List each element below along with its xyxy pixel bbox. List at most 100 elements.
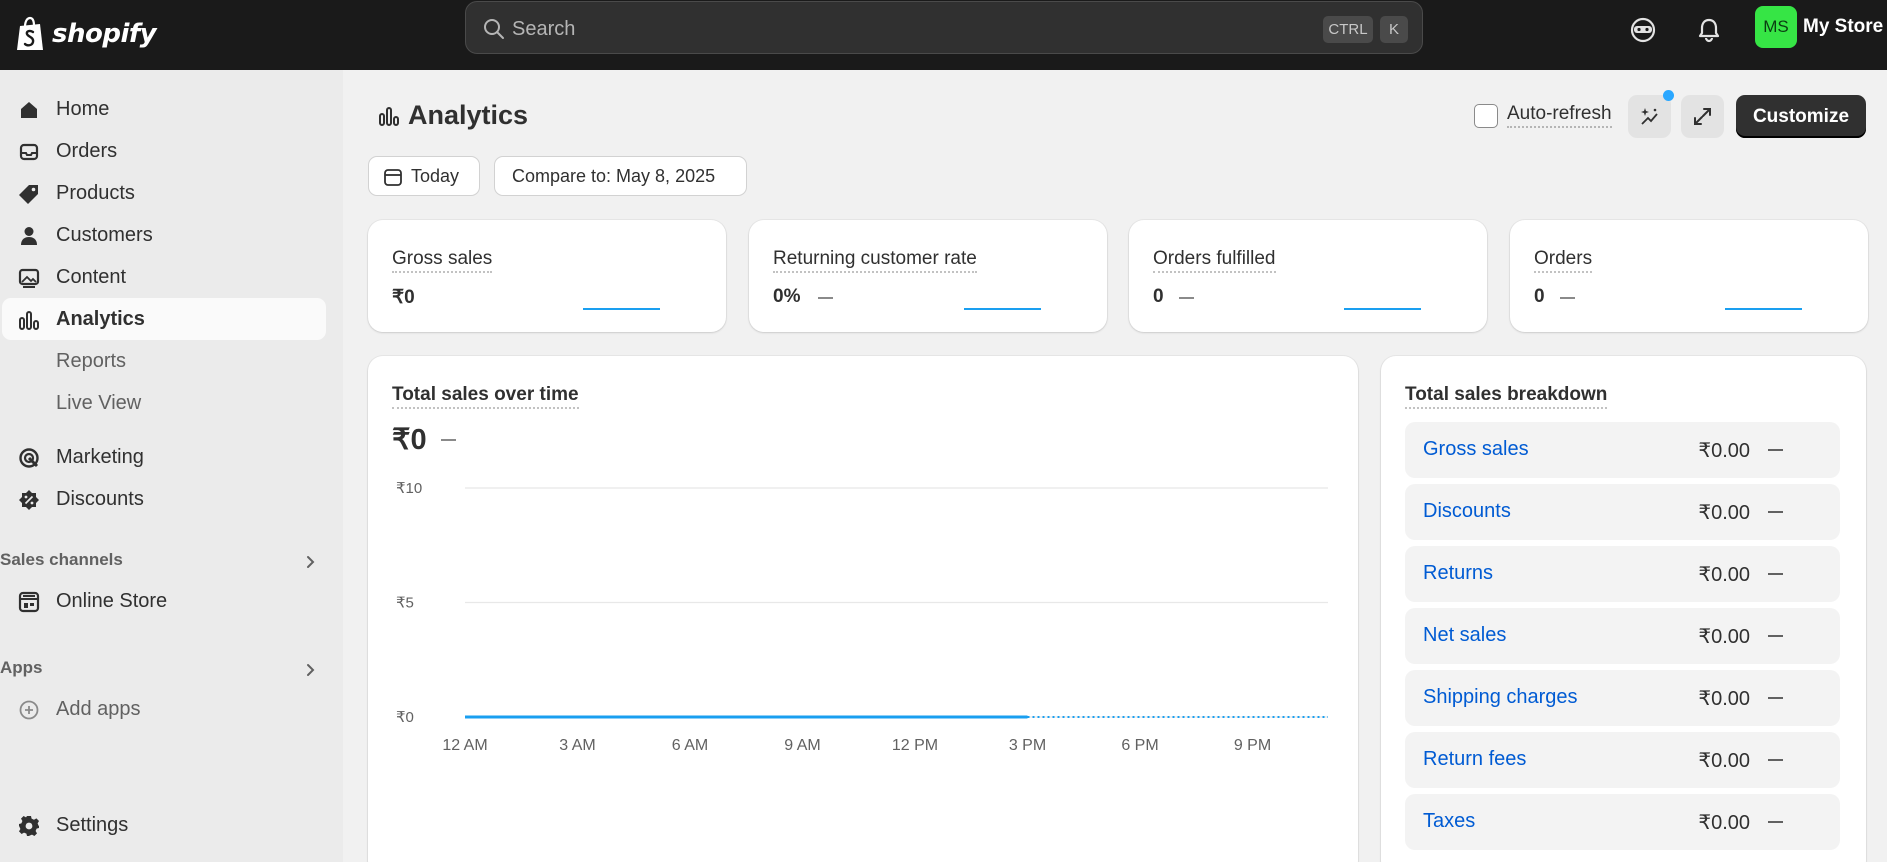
sidebar-item-settings[interactable]: Settings <box>2 804 326 846</box>
breakdown-row-taxes[interactable]: Taxes ₹0.00 <box>1405 794 1840 850</box>
x-tick-label: 9 AM <box>784 737 820 754</box>
breakdown-label[interactable]: Gross sales <box>1423 438 1529 461</box>
sidebar-item-label: Reports <box>56 350 127 372</box>
sidebar-item-orders[interactable]: Orders <box>2 130 326 172</box>
apps-title[interactable]: Apps <box>0 658 43 678</box>
breakdown-value: ₹0.00 <box>1698 812 1750 834</box>
breakdown-label[interactable]: Discounts <box>1423 500 1511 523</box>
metric-card-gross-sales[interactable]: Gross sales ₹0 <box>368 220 812 332</box>
sidebar-item-label: Add apps <box>56 698 141 720</box>
breakdown-label[interactable]: Taxes <box>1423 810 1475 833</box>
sidebar-item-reports[interactable]: Reports <box>2 340 326 382</box>
sidebar-item-marketing[interactable]: Marketing <box>2 436 326 478</box>
plus-circle-icon <box>19 700 39 720</box>
breakdown-change-dash <box>1768 821 1783 823</box>
auto-refresh-toggle[interactable]: Auto-refresh <box>1474 103 1612 128</box>
metric-card-returning-customer-rate[interactable]: Returning customer rate 0% <box>749 220 1107 332</box>
breakdown-label[interactable]: Net sales <box>1423 624 1506 647</box>
breakdown-value: ₹0.00 <box>1698 626 1750 648</box>
tag-icon <box>19 185 38 204</box>
breakdown-row-net-sales[interactable]: Net sales ₹0.00 <box>1405 608 1840 664</box>
sidebar-item-online-store[interactable]: Online Store <box>2 580 326 622</box>
sidebar-item-label: Content <box>56 266 127 288</box>
fullscreen-button[interactable] <box>1681 95 1724 138</box>
breakdown-row-returns[interactable]: Returns ₹0.00 <box>1405 546 1840 602</box>
sidebar-item-home[interactable]: Home <box>2 88 326 130</box>
breakdown-change-dash <box>1768 511 1783 513</box>
sidebar-item-label: Settings <box>56 814 129 836</box>
ai-insights-button[interactable] <box>1628 95 1671 138</box>
sidebar-item-content[interactable]: Content <box>2 256 326 298</box>
breakdown-row-return-fees[interactable]: Return fees ₹0.00 <box>1405 732 1840 788</box>
shopify-logo[interactable]: shopify <box>14 10 157 58</box>
sidebar-item-label: Online Store <box>56 590 168 612</box>
breakdown-label[interactable]: Shipping charges <box>1423 686 1578 709</box>
breakdown-change-dash <box>1768 573 1783 575</box>
inbox-icon <box>19 143 39 161</box>
metric-title[interactable]: Gross sales <box>392 248 493 273</box>
customize-button[interactable]: Customize <box>1736 95 1866 138</box>
search-bar[interactable]: Search CTRL K <box>465 1 1423 54</box>
metric-card-orders[interactable]: Orders 0 <box>1510 220 1868 332</box>
sidebar-item-products[interactable]: Products <box>2 172 326 214</box>
sidebar-item-customers[interactable]: Customers <box>2 214 326 256</box>
auto-refresh-label[interactable]: Auto-refresh <box>1507 103 1612 128</box>
metric-title[interactable]: Orders <box>1534 248 1593 273</box>
compare-label: Compare to: May 8, 2025 <box>512 166 716 186</box>
avatar[interactable]: MS <box>1755 6 1797 48</box>
auto-refresh-checkbox[interactable] <box>1474 103 1498 128</box>
x-tick-label: 6 PM <box>1121 737 1158 754</box>
chevron-right-icon[interactable] <box>302 554 318 570</box>
bar-chart-icon <box>19 311 39 330</box>
person-icon <box>21 227 37 245</box>
breakdown-change-dash <box>1768 635 1783 637</box>
sidebar-item-analytics[interactable]: Analytics <box>2 298 326 340</box>
breakdown-row-gross-sales[interactable]: Gross sales ₹0.00 <box>1405 422 1840 478</box>
metric-value: 0 <box>1534 286 1545 307</box>
sidebar-item-add-apps[interactable]: Add apps <box>2 688 326 730</box>
breakdown-title[interactable]: Total sales breakdown <box>1405 384 1608 409</box>
y-tick-label: ₹0 <box>396 709 414 726</box>
home-icon <box>21 102 37 118</box>
bar-chart-icon <box>379 106 399 126</box>
x-tick-label: 9 PM <box>1234 737 1271 754</box>
shopify-bag-icon <box>17 16 43 50</box>
breakdown-label[interactable]: Returns <box>1423 562 1493 585</box>
y-tick-label: ₹10 <box>396 480 422 497</box>
metric-value: 0 <box>1153 286 1164 307</box>
shortcut-ctrl-key: CTRL <box>1323 16 1373 43</box>
page-title-text: Analytics <box>408 100 529 130</box>
x-tick-label: 12 PM <box>892 737 938 754</box>
date-range-button[interactable]: Today <box>368 156 480 196</box>
metric-title[interactable]: Returning customer rate <box>773 248 977 273</box>
breakdown-row-discounts[interactable]: Discounts ₹0.00 <box>1405 484 1840 540</box>
sidekick-icon[interactable] <box>1629 16 1657 44</box>
metric-card-orders-fulfilled[interactable]: Orders fulfilled 0 <box>1129 220 1487 332</box>
chevron-right-icon[interactable] <box>302 662 318 678</box>
breakdown-value: ₹0.00 <box>1698 440 1750 462</box>
breakdown-row-shipping-charges[interactable]: Shipping charges ₹0.00 <box>1405 670 1840 726</box>
sparkline <box>1725 308 1802 310</box>
breakdown-label[interactable]: Return fees <box>1423 748 1526 771</box>
expand-icon <box>1694 108 1711 125</box>
x-tick-label: 12 AM <box>442 737 487 754</box>
bell-icon[interactable] <box>1695 16 1723 44</box>
date-range-label: Today <box>411 166 460 186</box>
sidebar-item-live-view[interactable]: Live View <box>2 382 326 424</box>
metric-title[interactable]: Orders fulfilled <box>1153 248 1276 273</box>
chart-title[interactable]: Total sales over time <box>392 384 579 409</box>
chart-change-dash <box>441 439 456 441</box>
gear-icon <box>19 816 39 836</box>
sales-channels-title[interactable]: Sales channels <box>0 550 123 570</box>
sidebar-item-label: Live View <box>56 392 142 414</box>
sidebar-item-label: Orders <box>56 140 118 162</box>
compare-button[interactable]: Compare to: May 8, 2025 <box>494 156 747 196</box>
sparkle-chart-icon <box>1641 108 1658 125</box>
search-icon <box>484 19 504 39</box>
sidebar-item-discounts[interactable]: Discounts <box>2 478 326 520</box>
breakdown-value: ₹0.00 <box>1698 688 1750 710</box>
sidebar-item-label: Marketing <box>56 446 144 468</box>
shortcut-k-key: K <box>1380 16 1408 43</box>
store-name[interactable]: My Store <box>1803 16 1883 38</box>
sparkline <box>964 308 1041 310</box>
